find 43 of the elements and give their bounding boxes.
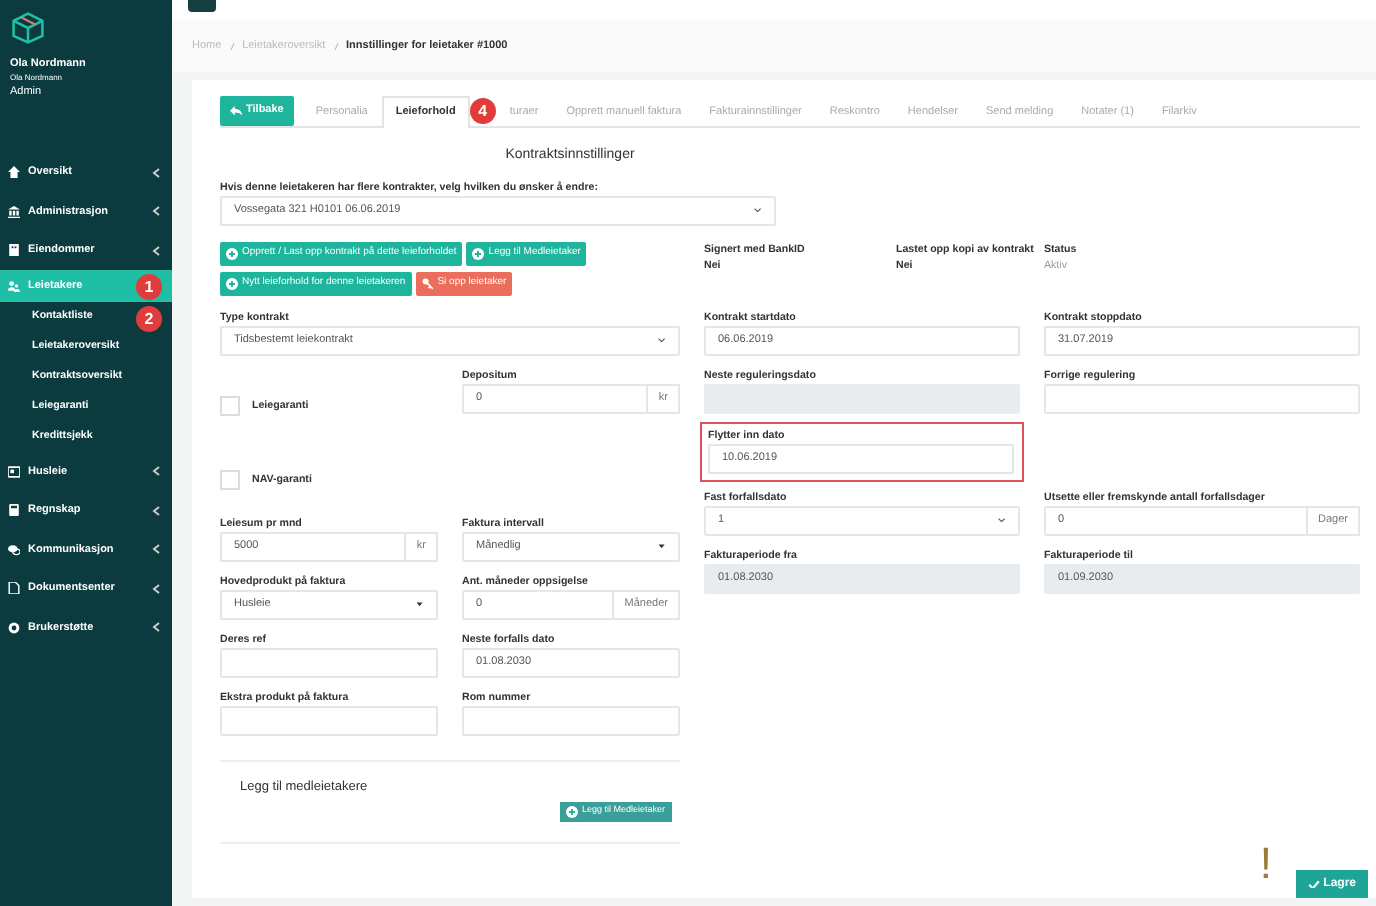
checkbox[interactable] bbox=[220, 470, 240, 490]
calculator-icon bbox=[8, 504, 20, 517]
chevron-icon bbox=[152, 622, 160, 633]
chevron-icon bbox=[152, 505, 160, 516]
exclamation-mark: ! bbox=[1259, 842, 1272, 886]
chevron-icon bbox=[152, 167, 160, 178]
input-field[interactable] bbox=[1044, 383, 1360, 413]
menu-toggle-button[interactable] bbox=[188, 0, 216, 12]
chevron-icon bbox=[152, 466, 160, 477]
chevron-down-icon bbox=[998, 517, 1006, 523]
caret-icon bbox=[658, 543, 666, 549]
building-icon bbox=[8, 244, 20, 257]
check-icon bbox=[1307, 879, 1320, 889]
users-icon bbox=[8, 280, 20, 292]
chevron-down-icon bbox=[658, 337, 666, 343]
chat-icon bbox=[8, 543, 20, 556]
checkbox[interactable] bbox=[220, 396, 240, 416]
document-icon bbox=[8, 582, 20, 595]
card-icon bbox=[8, 465, 20, 478]
input-field[interactable] bbox=[220, 647, 438, 677]
input-field[interactable] bbox=[462, 705, 680, 735]
annotation-badge: 1 bbox=[136, 273, 162, 299]
help-icon bbox=[8, 621, 20, 634]
bank-icon bbox=[8, 205, 20, 218]
separator-icon bbox=[229, 41, 235, 51]
key-icon bbox=[421, 277, 434, 289]
separator-icon bbox=[333, 41, 339, 51]
plus-circle-icon bbox=[566, 805, 578, 817]
chevron-icon bbox=[152, 583, 160, 594]
reply-arrow-icon bbox=[230, 106, 242, 116]
plus-circle-icon bbox=[472, 247, 485, 259]
home-icon bbox=[8, 166, 20, 179]
plus-circle-icon bbox=[226, 247, 238, 259]
logo-icon bbox=[12, 12, 44, 44]
caret-icon bbox=[416, 601, 424, 607]
annotation-badge: 4 bbox=[469, 98, 496, 124]
chevron-down-icon bbox=[754, 207, 762, 213]
input-field[interactable] bbox=[220, 705, 438, 735]
annotation-badge: 2 bbox=[136, 306, 162, 332]
chevron-icon bbox=[152, 544, 160, 555]
plus-circle-icon bbox=[226, 277, 238, 289]
chevron-icon bbox=[152, 206, 160, 217]
chevron-icon bbox=[152, 245, 160, 256]
